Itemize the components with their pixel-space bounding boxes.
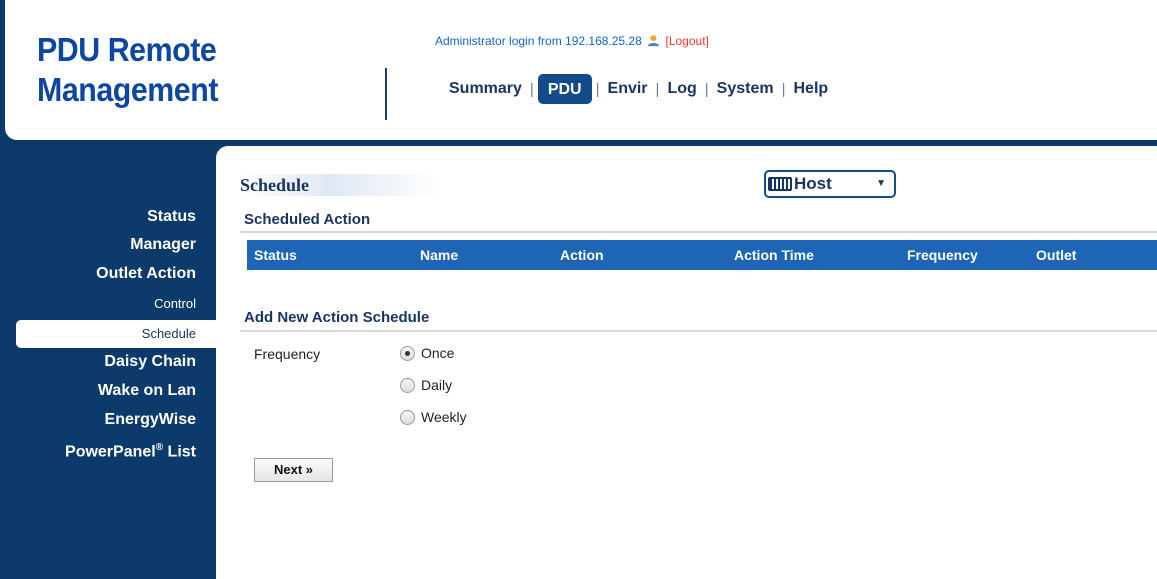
next-button[interactable]: Next »: [254, 458, 333, 482]
nav-envir[interactable]: Envir: [600, 76, 656, 102]
host-select[interactable]: Host ▼: [764, 170, 896, 198]
sidebar-item-powerpanel-list[interactable]: PowerPanel® List: [65, 442, 196, 461]
logo-line-1: PDU Remote: [37, 31, 217, 68]
add-schedule-heading: Add New Action Schedule: [244, 309, 430, 326]
sidebar: Status Manager Outlet Action Control Sch…: [0, 140, 216, 579]
sidebar-item-energywise[interactable]: EnergyWise: [105, 411, 196, 429]
radio-daily-label: Daily: [421, 377, 453, 393]
nav-log[interactable]: Log: [659, 76, 704, 102]
sidebar-item-status[interactable]: Status: [147, 208, 196, 226]
col-action-time: Action Time: [734, 247, 814, 263]
sidebar-item-daisy-chain[interactable]: Daisy Chain: [104, 353, 196, 371]
radio-weekly-label: Weekly: [421, 409, 467, 425]
frequency-option-daily[interactable]: Daily: [400, 377, 452, 393]
header-divider: [385, 68, 387, 120]
frequency-label: Frequency: [254, 346, 321, 362]
nav-separator: |: [529, 80, 534, 98]
sidebar-item-manager[interactable]: Manager: [130, 236, 196, 254]
frequency-option-once[interactable]: Once: [400, 345, 454, 361]
keyboard-icon: [768, 177, 792, 191]
app-logo: PDU Remote Management: [37, 30, 331, 110]
nav-summary[interactable]: Summary: [441, 76, 530, 102]
login-text: Administrator login from 192.168.25.28: [435, 34, 642, 48]
schedule-table-header: Status Name Action Action Time Frequency…: [247, 240, 1157, 270]
scheduled-action-heading: Scheduled Action: [244, 211, 371, 228]
registered-mark: ®: [155, 442, 164, 453]
nav-pdu[interactable]: PDU: [537, 74, 592, 104]
top-nav: Summary | PDU | Envir | Log | System | H…: [441, 74, 836, 104]
col-action: Action: [560, 247, 604, 263]
nav-help[interactable]: Help: [786, 76, 837, 102]
main-content: Schedule Host ▼ Scheduled Action Status …: [216, 146, 1157, 579]
powerpanel-label: PowerPanel: [65, 443, 156, 461]
sidebar-subitem-schedule-label: Schedule: [141, 326, 196, 341]
divider: [240, 231, 1157, 233]
radio-once-label: Once: [421, 345, 455, 361]
radio-daily[interactable]: [400, 377, 415, 393]
radio-weekly[interactable]: [400, 409, 415, 425]
logo-line-2: Management: [37, 71, 218, 108]
login-info: Administrator login from 192.168.25.28 […: [435, 34, 709, 48]
header-bar: PDU Remote Management Administrator logi…: [5, 0, 1157, 140]
nav-system[interactable]: System: [709, 76, 782, 102]
sidebar-item-outlet-action[interactable]: Outlet Action: [96, 265, 196, 283]
sidebar-subitem-schedule[interactable]: Schedule: [16, 320, 216, 348]
col-status: Status: [254, 247, 297, 263]
sidebar-subitem-control[interactable]: Control: [154, 296, 196, 311]
powerpanel-suffix: List: [167, 443, 196, 461]
page-title: Schedule: [240, 174, 440, 196]
col-outlet: Outlet: [1036, 247, 1077, 263]
host-select-value: Host: [794, 174, 832, 193]
col-name: Name: [420, 247, 459, 263]
frequency-option-weekly[interactable]: Weekly: [400, 409, 467, 425]
user-icon: [648, 35, 660, 47]
radio-once[interactable]: [400, 345, 415, 361]
sidebar-item-wake-on-lan[interactable]: Wake on Lan: [98, 382, 196, 400]
divider: [240, 330, 1157, 332]
chevron-down-icon: ▼: [876, 178, 886, 189]
logout-link[interactable]: [Logout]: [665, 34, 708, 48]
col-frequency: Frequency: [907, 247, 978, 263]
